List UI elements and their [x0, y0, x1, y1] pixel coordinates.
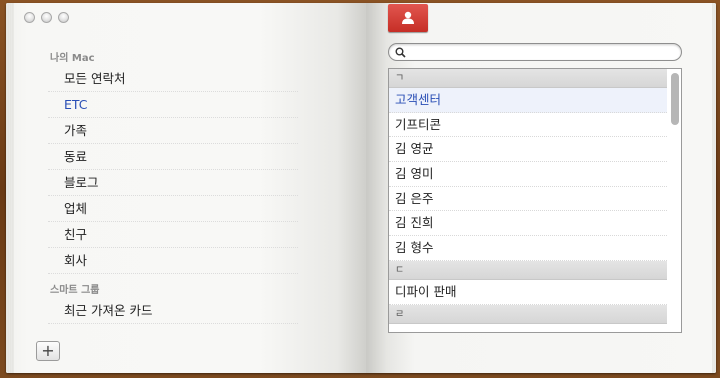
- page-stack-right: [712, 3, 716, 373]
- contact-row[interactable]: 고객센터: [389, 88, 667, 113]
- smart-group-recent-imports[interactable]: 최근 가져온 카드: [48, 298, 298, 324]
- minimize-window-button[interactable]: [41, 12, 52, 23]
- group-item-family[interactable]: 가족: [48, 118, 298, 144]
- contact-row[interactable]: 김 은주: [389, 187, 667, 212]
- contact-row[interactable]: 김 영균: [389, 137, 667, 163]
- contact-row[interactable]: 기프티콘: [389, 113, 667, 138]
- search-field[interactable]: [388, 43, 682, 61]
- index-separator: ㄹ: [389, 304, 667, 324]
- scrollbar[interactable]: [671, 73, 679, 329]
- search-icon: [395, 47, 406, 58]
- contact-row[interactable]: 디파이 판매: [389, 280, 667, 305]
- page-stack-left: [6, 3, 14, 373]
- close-window-button[interactable]: [24, 12, 35, 23]
- window-controls: [24, 12, 69, 23]
- group-item-company[interactable]: 회사: [48, 248, 298, 274]
- group-item-etc[interactable]: ETC: [48, 92, 298, 118]
- person-card-button[interactable]: [388, 4, 428, 32]
- index-separator: ㄷ: [389, 260, 667, 280]
- index-separator: ㄱ: [389, 69, 667, 88]
- group-item-blog[interactable]: 블로그: [48, 170, 298, 196]
- group-list: 나의 Mac 모든 연락처 ETC 가족 동료 블로그 업체 친구 회사 스마트…: [48, 52, 298, 324]
- group-item-vendors[interactable]: 업체: [48, 196, 298, 222]
- section-header-mac: 나의 Mac: [50, 53, 95, 64]
- contact-row[interactable]: 김 영미: [389, 162, 667, 187]
- contact-row[interactable]: 김 형수: [389, 236, 667, 261]
- add-group-button[interactable]: +: [36, 341, 60, 361]
- scroll-thumb[interactable]: [671, 73, 679, 125]
- contact-list[interactable]: ㄱ 고객센터 기프티콘 김 영균 김 영미 김 은주 김 진희 김 형수 ㄷ 디…: [388, 68, 682, 333]
- person-icon: [402, 11, 414, 24]
- plus-icon: +: [41, 341, 55, 360]
- group-item-all-contacts[interactable]: 모든 연락처: [48, 66, 298, 92]
- zoom-window-button[interactable]: [58, 12, 69, 23]
- section-header-smart-groups: 스마트 그룹: [50, 285, 100, 296]
- group-item-colleagues[interactable]: 동료: [48, 144, 298, 170]
- search-input[interactable]: [409, 45, 669, 59]
- group-item-friends[interactable]: 친구: [48, 222, 298, 248]
- contact-row[interactable]: 김 진희: [389, 211, 667, 237]
